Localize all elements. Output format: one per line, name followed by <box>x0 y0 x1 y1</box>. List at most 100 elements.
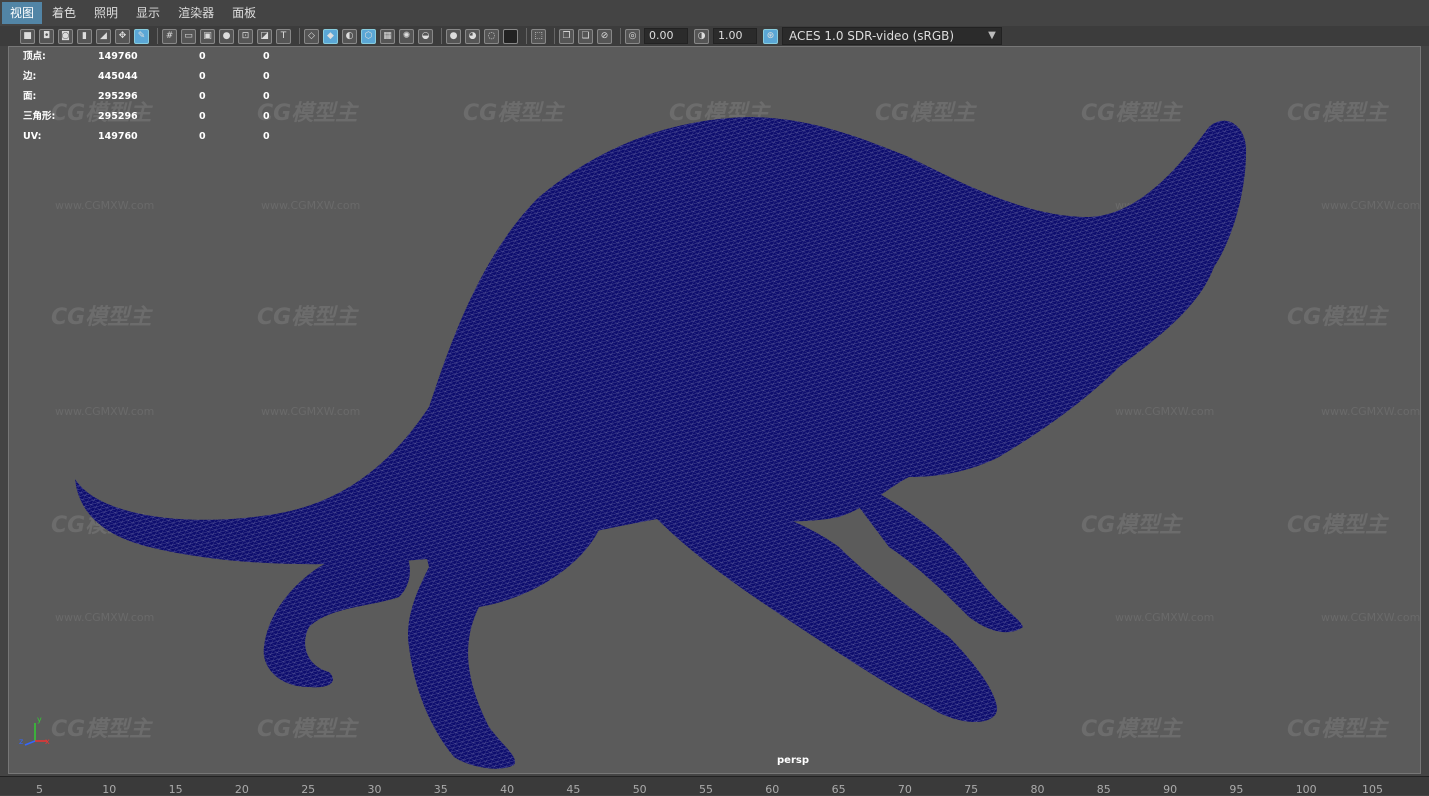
ruler-tick: 25 <box>301 783 316 796</box>
hud-value: 0 <box>263 131 270 142</box>
2d-pan-zoom-icon[interactable]: ✥ <box>115 28 130 44</box>
grease-pencil-icon[interactable]: ✎ <box>134 28 149 44</box>
hud-value: 149760 <box>98 51 138 62</box>
color-management-value: ACES 1.0 SDR-video (sRGB) <box>789 29 955 43</box>
ruler-tick: 10 <box>102 783 117 796</box>
smooth-shade-icon[interactable]: ◆ <box>323 28 338 44</box>
hud-label: 顶点: <box>23 51 46 62</box>
hud-row-vertices: 顶点: 149760 0 0 <box>23 47 283 67</box>
toolbar-separator <box>157 28 158 44</box>
axis-gizmo: y z x <box>19 715 50 751</box>
hud-label: UV: <box>23 131 42 142</box>
screen-space-ao-icon[interactable]: ● <box>446 28 461 44</box>
camera-icon[interactable]: ■ <box>20 28 35 44</box>
menu-bar: 视图 着色 照明 显示 渲染器 面板 <box>0 0 1429 26</box>
hud-row-triangles: 三角形: 295296 0 0 <box>23 107 283 127</box>
isolate-select-icon[interactable]: ⬚ <box>531 28 546 44</box>
xray-icon[interactable]: ❐ <box>559 28 574 44</box>
gate-mask-icon[interactable]: ● <box>219 28 234 44</box>
wireframe-icon[interactable]: ◇ <box>304 28 319 44</box>
grid-icon[interactable]: # <box>162 28 177 44</box>
hud-value: 0 <box>263 71 270 82</box>
safe-action-icon[interactable]: ◪ <box>257 28 272 44</box>
viewport-panel[interactable]: CG模型主 CG模型主 CG模型主 CG模型主 CG模型主 CG模型主 CG模型… <box>8 46 1421 774</box>
chevron-down-icon[interactable]: ▼ <box>983 28 1001 44</box>
axis-z-label: z <box>19 737 24 746</box>
menu-show[interactable]: 显示 <box>128 2 168 24</box>
hud-value: 0 <box>199 51 206 62</box>
hud-value: 0 <box>199 91 206 102</box>
ruler-tick: 105 <box>1362 783 1383 796</box>
hud-value: 445044 <box>98 71 138 82</box>
ruler-tick: 5 <box>36 783 43 796</box>
color-management-icon[interactable]: ⊛ <box>763 28 778 44</box>
poly-count-hud: 顶点: 149760 0 0 边: 445044 0 0 面: 295296 0… <box>23 47 283 147</box>
viewport-toolbar: ■ ◘ ◙ ▮ ◢ ✥ ✎ # ▭ ▣ ● ⊡ ◪ T ◇ ◆ ◐ ⬡ ▦ ✺ … <box>0 26 1429 46</box>
hud-value: 149760 <box>98 131 138 142</box>
safe-title-icon[interactable]: T <box>276 28 291 44</box>
ruler-tick: 75 <box>964 783 979 796</box>
lock-camera-icon[interactable]: ◘ <box>39 28 54 44</box>
wireframe-on-shaded-icon[interactable]: ⬡ <box>361 28 376 44</box>
film-gate-icon[interactable]: ▭ <box>181 28 196 44</box>
hud-row-edges: 边: 445044 0 0 <box>23 67 283 87</box>
hud-value: 0 <box>263 91 270 102</box>
ruler-tick: 45 <box>566 783 581 796</box>
ruler-tick: 20 <box>234 783 249 796</box>
textured-icon[interactable]: ▦ <box>380 28 395 44</box>
field-chart-icon[interactable]: ⊡ <box>238 28 253 44</box>
ruler-tick: 95 <box>1229 783 1244 796</box>
axis-x-label: x <box>45 737 50 746</box>
hud-row-faces: 面: 295296 0 0 <box>23 87 283 107</box>
resolution-gate-icon[interactable]: ▣ <box>200 28 215 44</box>
exposure-field[interactable]: 0.00 <box>644 28 688 44</box>
hud-value: 0 <box>199 111 206 122</box>
ruler-tick: 85 <box>1096 783 1111 796</box>
ruler-tick: 90 <box>1163 783 1178 796</box>
ruler-tick: 40 <box>500 783 515 796</box>
ruler-tick: 70 <box>897 783 912 796</box>
menu-view[interactable]: 视图 <box>2 2 43 24</box>
ruler-tick: 60 <box>765 783 780 796</box>
image-plane-icon[interactable]: ◢ <box>96 28 111 44</box>
hud-value: 295296 <box>98 111 138 122</box>
toolbar-separator <box>441 28 442 44</box>
anti-aliasing-icon[interactable]: ◌ <box>484 28 499 44</box>
hud-label: 三角形: <box>23 111 56 122</box>
toolbar-separator <box>299 28 300 44</box>
time-slider-ruler[interactable]: 5 10 15 20 25 30 35 40 45 50 55 60 65 70 75 80 85 90 95 100… <box>0 776 1429 796</box>
hud-value: 0 <box>199 131 206 142</box>
toolbar-separator <box>554 28 555 44</box>
menu-renderer[interactable]: 渲染器 <box>170 2 222 24</box>
ruler-tick: 100 <box>1295 783 1317 796</box>
motion-blur-icon[interactable]: ◕ <box>465 28 480 44</box>
hud-value: 0 <box>263 51 270 62</box>
hud-value: 0 <box>199 71 206 82</box>
toolbar-separator <box>526 28 527 44</box>
hud-row-uvs: UV: 149760 0 0 <box>23 127 283 147</box>
menu-panels[interactable]: 面板 <box>224 2 264 24</box>
hud-label: 边: <box>23 71 37 82</box>
use-all-lights-icon[interactable]: ✺ <box>399 28 414 44</box>
dinosaur-mesh[interactable] <box>9 47 1421 774</box>
depth-of-field-icon[interactable] <box>503 28 518 44</box>
bookmark-icon[interactable]: ▮ <box>77 28 92 44</box>
shadows-icon[interactable]: ◒ <box>418 28 433 44</box>
gamma-field[interactable]: 1.00 <box>713 28 757 44</box>
gamma-icon[interactable]: ◑ <box>694 28 709 44</box>
ruler-tick: 35 <box>433 783 448 796</box>
menu-lighting[interactable]: 照明 <box>86 2 126 24</box>
ruler-tick: 80 <box>1030 783 1045 796</box>
default-material-icon[interactable]: ◐ <box>342 28 357 44</box>
backface-culling-icon[interactable]: ⊘ <box>597 28 612 44</box>
hud-value: 0 <box>263 111 270 122</box>
hud-value: 295296 <box>98 91 138 102</box>
ruler-tick: 30 <box>367 783 382 796</box>
ruler-tick: 50 <box>632 783 647 796</box>
color-management-dropdown[interactable]: ACES 1.0 SDR-video (sRGB) ▼ <box>782 27 1002 45</box>
menu-shading[interactable]: 着色 <box>44 2 84 24</box>
xray-joints-icon[interactable]: ❏ <box>578 28 593 44</box>
exposure-icon[interactable]: ◎ <box>625 28 640 44</box>
camera-attributes-icon[interactable]: ◙ <box>58 28 73 44</box>
ruler-tick: 15 <box>168 783 183 796</box>
